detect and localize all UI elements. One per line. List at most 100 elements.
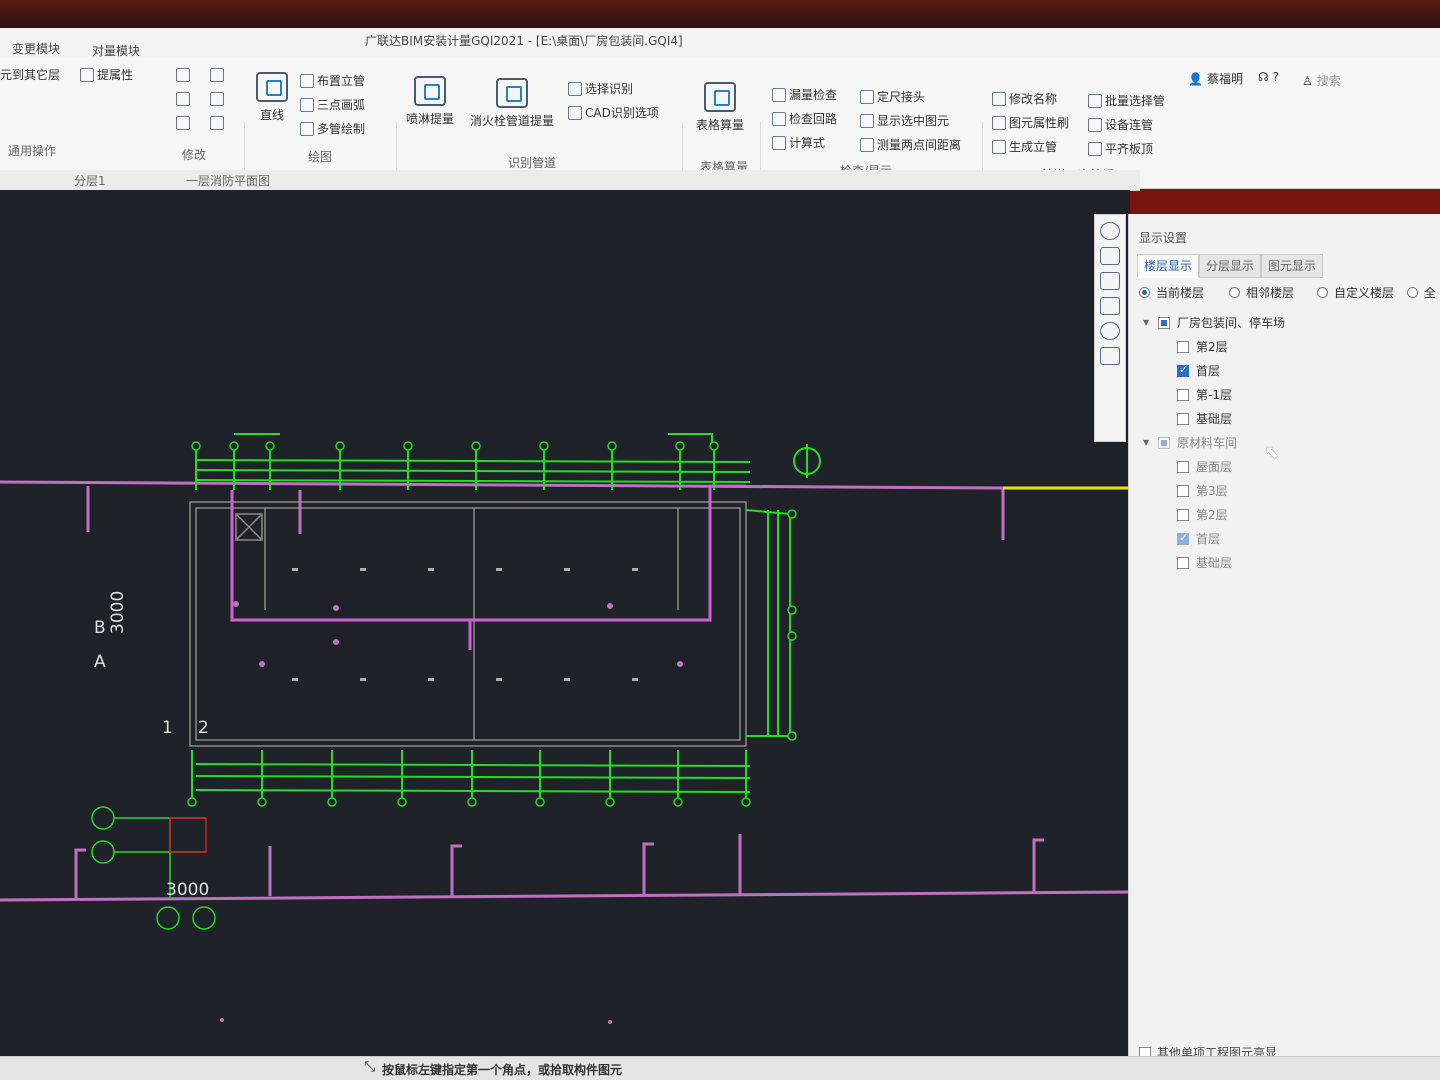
tree-node-floor[interactable]: 基础层 [1177, 554, 1232, 571]
tree-label: 厂房包装间、停车场 [1177, 316, 1286, 330]
wall-top [0, 480, 1004, 490]
sprinkler-head [233, 601, 239, 607]
tree-node-floor[interactable]: 第2层 [1177, 338, 1228, 355]
drawing-canvas[interactable]: B A 1 2 3000 3000 [0, 190, 1130, 1060]
axis-bubble [709, 441, 719, 451]
formula-button[interactable]: 计算式 [772, 134, 825, 151]
radio-current-floor[interactable]: 当前楼层 [1139, 284, 1204, 301]
tree-checkbox[interactable] [1177, 531, 1189, 545]
sphere-view-icon[interactable] [1100, 222, 1120, 240]
tab-element-display[interactable]: 图元显示 [1261, 254, 1324, 278]
layer-select[interactable]: 分层1 [74, 172, 106, 189]
radio-all-floor[interactable]: 全 [1407, 284, 1436, 301]
search-button[interactable]: ♙ 搜索 [1302, 72, 1341, 89]
rotate-view-icon[interactable] [1100, 322, 1120, 340]
cube-view-2-icon[interactable] [1100, 297, 1120, 315]
display-settings-icon[interactable] [1100, 347, 1120, 365]
gen-riser-button[interactable]: 生成立管 [992, 138, 1057, 155]
axis-bubble [191, 441, 201, 451]
radio-custom-floor[interactable]: 自定义楼层 [1317, 284, 1394, 301]
chevron-down-icon[interactable]: ▼ [1143, 438, 1151, 447]
extract-props-label: 提属性 [97, 68, 134, 82]
formula-icon [772, 135, 786, 150]
batch-select-button[interactable]: 批量选择管 [1088, 92, 1165, 109]
copy-icon-button[interactable] [176, 68, 190, 82]
filter-icon [772, 87, 786, 102]
building-inner-rect [195, 507, 741, 741]
sprinkler-head [333, 605, 339, 611]
light-mark [564, 568, 570, 571]
mouse-cursor-icon: ⬉ [1264, 442, 1280, 463]
delete-icon-button[interactable] [176, 116, 190, 130]
cad-options-button[interactable]: CAD识别选项 [568, 104, 659, 121]
tree-checkbox[interactable] [1158, 316, 1170, 329]
align-slab-button[interactable]: 平齐板顶 [1088, 140, 1153, 157]
tree-node-project-2[interactable]: ▼ 原材料车间 [1143, 434, 1237, 451]
tree-checkbox[interactable] [1177, 508, 1189, 521]
show-selected-button[interactable]: 显示选中图元 [860, 112, 949, 129]
three-point-arc-button[interactable]: 三点画弧 [300, 96, 365, 113]
search-label: 搜索 [1316, 74, 1341, 88]
tree-checkbox[interactable] [1177, 388, 1189, 401]
user-account[interactable]: 👤 蔡福明 [1188, 70, 1243, 87]
status-bar: ⤡ 按鼠标左键指定第一个角点，或拾取构件图元 [0, 1056, 1440, 1080]
extract-props-button[interactable]: 提属性 [80, 66, 133, 83]
check-loop-button[interactable]: 检查回路 [772, 110, 837, 127]
hydrant-measure-label: 消火栓管道提量 [470, 114, 555, 128]
tree-node-floor[interactable]: 第2层 [1177, 506, 1228, 523]
drawing-select[interactable]: 一层消防平面图 [186, 172, 270, 189]
pink-pipe-loop [230, 484, 746, 622]
tab-layer-display[interactable]: 分层显示 [1199, 254, 1262, 278]
multi-pipe-draw-button[interactable]: 多管绘制 [300, 120, 365, 137]
tree-node-floor[interactable]: 首层 [1177, 362, 1220, 379]
tree-checkbox[interactable] [1177, 484, 1189, 497]
tab-floor-display[interactable]: 楼层显示 [1137, 254, 1200, 278]
device-connect-icon [1088, 117, 1102, 132]
tree-node-floor[interactable]: 第3层 [1177, 482, 1228, 499]
measure-distance-button[interactable]: 测量两点间距离 [860, 136, 961, 153]
tree-checkbox[interactable] [1177, 412, 1189, 425]
batch-select-icon [1088, 93, 1102, 108]
tree-checkbox[interactable] [1158, 436, 1170, 449]
mirror-icon-button[interactable] [210, 68, 224, 82]
tab-compare-module[interactable]: 对量模块 [92, 42, 140, 59]
sprinkler-measure-button[interactable]: 喷淋提量 [406, 76, 454, 127]
tree-checkbox[interactable] [1177, 460, 1189, 473]
line-button[interactable]: 直线 [256, 72, 288, 123]
axis-bubble [607, 441, 617, 451]
rename-button[interactable]: 修改名称 [992, 90, 1057, 107]
tree-checkbox[interactable] [1177, 556, 1189, 569]
device-connect-button[interactable]: 设备连管 [1088, 116, 1153, 133]
leak-check-button[interactable]: 漏量检查 [772, 86, 837, 103]
tree-node-floor[interactable]: 首层 [1177, 530, 1220, 547]
tree-checkbox[interactable] [1177, 363, 1189, 377]
copy-to-layer-label: 元到其它层 [0, 68, 61, 82]
show-selected-label: 显示选中图元 [877, 114, 950, 128]
cube-view-icon[interactable] [1100, 272, 1120, 290]
tree-node-floor[interactable]: 基础层 [1177, 410, 1232, 427]
move-icon-button[interactable] [176, 92, 190, 106]
tree-checkbox[interactable] [1177, 340, 1189, 353]
cad-drawing [0, 433, 1130, 1024]
rotate-icon-button[interactable] [210, 116, 224, 130]
chevron-down-icon[interactable]: ▼ [1143, 318, 1151, 327]
table-measure-button[interactable]: 表格算量 [696, 82, 744, 133]
set-fitting-button[interactable]: 定尺接头 [860, 88, 925, 105]
tree-node-floor[interactable]: 第-1层 [1177, 386, 1232, 403]
tree-node-project-1[interactable]: ▼ 厂房包装间、停车场 [1143, 314, 1285, 331]
copy-to-layer-button[interactable]: 元到其它层 [0, 66, 60, 83]
select-identify-button[interactable]: 选择识别 [568, 80, 633, 97]
hydrant-measure-button[interactable]: 消火栓管道提量 [470, 78, 554, 129]
help-button[interactable]: ☊? [1258, 70, 1279, 84]
prop-brush-button[interactable]: 图元属性刷 [992, 114, 1069, 131]
tree-node-floor[interactable]: 屋面层 [1177, 458, 1232, 475]
2d-view-icon[interactable] [1100, 247, 1120, 265]
vertical-pipe-button[interactable]: 布置立管 [300, 72, 365, 89]
tab-change-module[interactable]: 变更模块 [12, 40, 60, 57]
flip-icon-button[interactable] [210, 92, 224, 106]
radio-adjacent-floor[interactable]: 相邻楼层 [1229, 284, 1294, 301]
help-label: ? [1272, 70, 1280, 84]
light-mark [360, 568, 366, 571]
north-arrow [793, 444, 821, 478]
sprinkler-head [608, 1020, 612, 1024]
